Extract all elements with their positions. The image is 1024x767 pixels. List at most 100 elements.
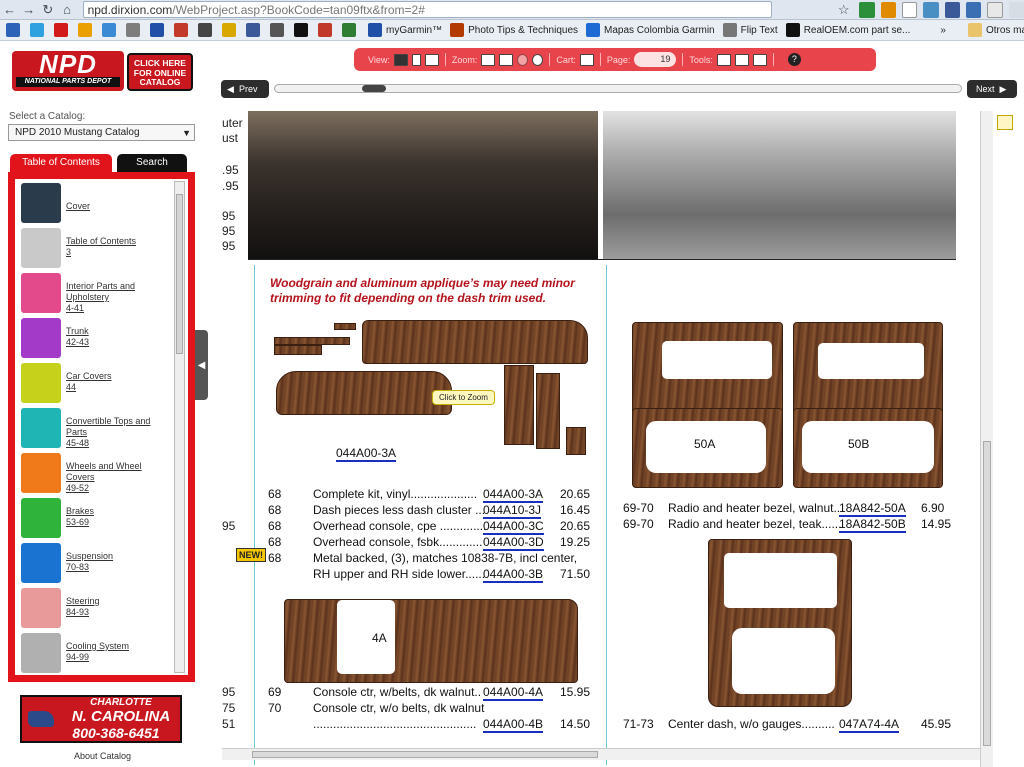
price-part[interactable]: 044A00-3B xyxy=(483,567,544,583)
bookmark-item[interactable]: Mapas Colombia Garmin xyxy=(586,23,715,37)
bookmark-icon[interactable] xyxy=(126,23,144,37)
bookmark-icon[interactable] xyxy=(198,23,216,37)
page-vertical-scrollbar[interactable] xyxy=(980,111,993,767)
dash-strip-image xyxy=(274,337,350,345)
toc-item[interactable]: Table of Contents 3 xyxy=(21,228,171,273)
toc-item[interactable]: Cooling System 94-99 xyxy=(21,633,171,675)
star-icon[interactable]: ☆ xyxy=(834,1,853,19)
toc-title: Cooling System xyxy=(66,641,130,651)
extension-icon[interactable] xyxy=(923,1,939,18)
thumbnail-view-icon[interactable] xyxy=(424,53,439,66)
bookmark-icon[interactable] xyxy=(78,23,96,37)
online-catalog-button[interactable]: CLICK HERE FOR ONLINE CATALOG xyxy=(127,53,193,91)
bookmark-icon[interactable] xyxy=(342,23,360,37)
page-slider-knob[interactable] xyxy=(361,85,386,92)
bookmark-icon[interactable] xyxy=(150,23,168,37)
bookmark-icon[interactable] xyxy=(270,23,288,37)
translate-icon[interactable] xyxy=(987,1,1003,18)
toc-scroll-thumb[interactable] xyxy=(176,194,183,354)
cart-icon[interactable] xyxy=(579,53,594,66)
bookmark-icon[interactable] xyxy=(6,23,24,37)
extension-icon[interactable] xyxy=(880,1,896,18)
about-catalog-link[interactable]: About Catalog xyxy=(74,751,131,761)
toc-item[interactable]: Steering 84-93 xyxy=(21,588,171,633)
back-icon[interactable]: ← xyxy=(0,1,19,19)
bookmark-icon[interactable] xyxy=(222,23,240,37)
price-part[interactable]: 044A10-3J xyxy=(483,503,542,519)
tab-search[interactable]: Search xyxy=(117,154,187,172)
price-part[interactable]: 044A00-4B xyxy=(483,717,544,733)
collapse-sidebar-button[interactable]: ◀ xyxy=(195,330,208,400)
other-bookmarks[interactable]: Otros marcadores xyxy=(967,23,1024,37)
gmail-icon[interactable] xyxy=(901,1,918,18)
download-icon[interactable] xyxy=(965,1,982,18)
bookmark-icon[interactable] xyxy=(294,23,312,37)
toc-item[interactable]: Car Covers 44 xyxy=(21,363,171,408)
catalog-page[interactable]: uter ust .95.95 95 95 95 95 95 75 51 Woodgrain an… xyxy=(222,111,994,767)
toc-item[interactable]: Wheels and Wheel Covers 49-52 xyxy=(21,453,171,498)
charlotte-store-ad[interactable]: CHARLOTTE N. CAROLINA 800-368-6451 xyxy=(20,695,182,743)
page-hscroll-thumb[interactable] xyxy=(252,751,598,758)
bookmark-item[interactable]: myGarmin™ xyxy=(368,23,442,37)
page-number-input[interactable]: 19 xyxy=(634,52,677,67)
forward-icon[interactable]: → xyxy=(19,1,38,19)
page-vscroll-thumb[interactable] xyxy=(983,441,991,746)
bookmark-icon[interactable] xyxy=(30,23,48,37)
kit-part-link[interactable]: 044A00-3A xyxy=(336,446,397,462)
price-part[interactable]: 047A74-4A xyxy=(839,717,900,733)
toc-title: Steering xyxy=(66,596,100,606)
single-page-view-icon[interactable] xyxy=(411,53,421,66)
catalog-select[interactable]: NPD 2010 Mustang Catalog ▼ xyxy=(8,124,195,141)
next-page-button[interactable]: Next ▶ xyxy=(967,80,1017,98)
bookmarks-bar: myGarmin™ Photo Tips & Techniques Mapas Co… xyxy=(0,20,1024,41)
wrench-icon[interactable] xyxy=(1008,1,1024,18)
price-part[interactable]: 18A842-50A xyxy=(839,501,906,517)
toc-item[interactable]: Trunk 42-43 xyxy=(21,318,171,363)
address-bar[interactable]: npd.dirxion.com/WebProject.asp?BookCode=… xyxy=(82,1,773,18)
bookmark-icon[interactable] xyxy=(54,23,72,37)
bookmark-item[interactable]: Photo Tips & Techniques xyxy=(450,23,578,37)
price-part[interactable]: 18A842-50B xyxy=(839,517,906,533)
price-part[interactable]: 044A00-3A xyxy=(483,487,544,503)
price-price: 19.25 xyxy=(560,535,591,549)
extension-icon[interactable] xyxy=(859,1,875,18)
help-icon[interactable]: ? xyxy=(787,53,801,66)
zoom-fit-icon[interactable] xyxy=(481,53,496,66)
zoom-out-icon[interactable] xyxy=(517,53,529,66)
bookmark-icon[interactable] xyxy=(246,23,264,37)
bookmark-item[interactable]: Flip Text xyxy=(722,23,778,37)
prev-page-button[interactable]: ◀ Prev xyxy=(221,80,269,98)
center-dash-cutout xyxy=(724,553,837,608)
price-part[interactable]: 044A00-4A xyxy=(483,685,544,701)
toc-item[interactable]: Cover xyxy=(21,183,171,228)
toc-scrollbar[interactable] xyxy=(174,181,185,673)
sticky-note-icon[interactable] xyxy=(997,115,1013,130)
price-part[interactable]: 044A00-3C xyxy=(483,519,544,535)
toc-item[interactable]: Interior Parts and Upholstery 4-41 xyxy=(21,273,171,318)
bookmark-item[interactable]: RealOEM.com part se... xyxy=(785,23,910,37)
toc-item[interactable]: Convertible Tops and Parts 45-48 xyxy=(21,408,171,453)
zoom-width-icon[interactable] xyxy=(499,53,514,66)
page-horizontal-scrollbar[interactable] xyxy=(222,748,980,760)
email-icon[interactable] xyxy=(734,53,749,66)
print-icon[interactable] xyxy=(716,53,731,66)
bookmark-icon[interactable] xyxy=(318,23,336,37)
tab-table-of-contents[interactable]: Table of Contents xyxy=(10,154,112,172)
price-year: 71-73 xyxy=(623,717,654,731)
toc-item[interactable]: Suspension 70-83 xyxy=(21,543,171,588)
two-page-view-icon[interactable] xyxy=(393,53,408,66)
clipped-text: uter xyxy=(222,116,243,130)
toc-item[interactable]: Brakes 53-69 xyxy=(21,498,171,543)
price-part[interactable]: 044A00-3D xyxy=(483,535,544,551)
bookmark-icon[interactable] xyxy=(174,23,192,37)
page-slider[interactable] xyxy=(274,84,962,93)
external-link-icon[interactable] xyxy=(752,53,767,66)
bookmark-icon[interactable] xyxy=(102,23,120,37)
price-desc: Console ctr, w/o belts, dk walnut xyxy=(313,701,485,715)
bookmarks-overflow-icon[interactable]: » xyxy=(940,25,946,36)
reload-icon[interactable]: ↻ xyxy=(38,1,57,19)
npd-logo[interactable]: NPD NATIONAL PARTS DEPOT xyxy=(12,51,124,91)
zoom-in-icon[interactable] xyxy=(532,53,544,66)
home-icon[interactable]: ⌂ xyxy=(57,1,76,19)
facebook-icon[interactable] xyxy=(944,1,960,18)
